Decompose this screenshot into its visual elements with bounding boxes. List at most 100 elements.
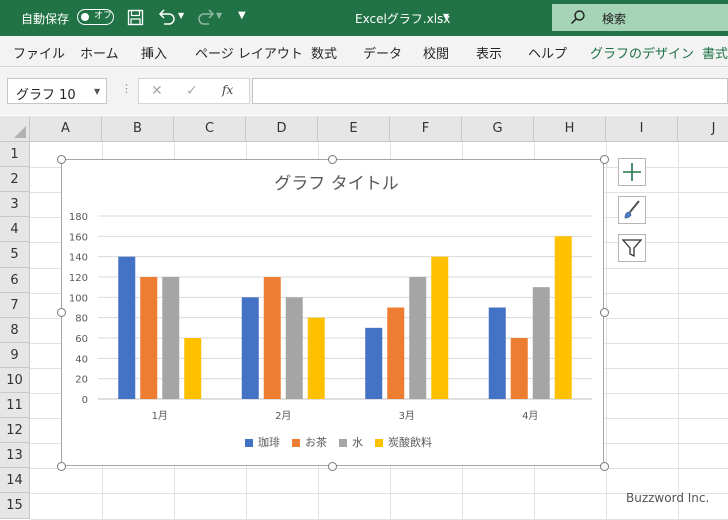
bar[interactable] bbox=[409, 277, 427, 399]
tab-home[interactable]: ホーム bbox=[80, 43, 119, 62]
x-tick-label: 3月 bbox=[399, 410, 415, 422]
y-tick-label: 100 bbox=[69, 293, 88, 304]
row-header[interactable]: 10 bbox=[0, 368, 30, 393]
tab-review[interactable]: 校閲 bbox=[423, 43, 449, 62]
chevron-down-icon[interactable]: ▼ bbox=[443, 12, 449, 21]
legend-label: 珈琲 bbox=[258, 435, 280, 449]
tab-help[interactable]: ヘルプ bbox=[528, 43, 567, 62]
y-tick-label: 160 bbox=[69, 232, 88, 243]
row-header[interactable]: 12 bbox=[0, 418, 30, 443]
plus-icon bbox=[623, 163, 641, 181]
column-header[interactable]: F bbox=[390, 116, 462, 142]
name-box-value: グラフ 10 bbox=[16, 88, 76, 103]
column-header[interactable]: I bbox=[606, 116, 678, 142]
resize-handle[interactable] bbox=[56, 154, 66, 164]
tab-chart-design[interactable]: グラフのデザイン bbox=[590, 43, 694, 62]
tab-data[interactable]: データ bbox=[363, 43, 402, 62]
bar[interactable] bbox=[488, 307, 506, 400]
tab-insert[interactable]: 挿入 bbox=[141, 43, 167, 62]
bar[interactable] bbox=[365, 327, 383, 399]
bar[interactable] bbox=[241, 297, 259, 399]
select-all-button[interactable] bbox=[0, 116, 30, 142]
row-header[interactable]: 2 bbox=[0, 167, 30, 192]
tab-page-layout[interactable]: ページ レイアウト bbox=[195, 43, 303, 62]
bar[interactable] bbox=[118, 256, 136, 399]
resize-handle[interactable] bbox=[56, 461, 66, 471]
resize-handle[interactable] bbox=[599, 308, 609, 317]
bar[interactable] bbox=[307, 317, 325, 399]
resize-handle[interactable] bbox=[328, 461, 337, 471]
name-box[interactable]: グラフ 10 ▼ bbox=[7, 78, 107, 104]
save-icon[interactable] bbox=[127, 9, 144, 26]
redo-icon[interactable] bbox=[196, 8, 216, 26]
chevron-down-icon[interactable]: ▼ bbox=[94, 87, 100, 96]
customize-toolbar-icon[interactable]: ▼ bbox=[238, 10, 246, 21]
row-header[interactable]: 9 bbox=[0, 343, 30, 368]
column-header[interactable]: J bbox=[678, 116, 728, 142]
enter-icon[interactable]: ✓ bbox=[186, 83, 198, 99]
undo-icon[interactable] bbox=[157, 8, 177, 26]
bar[interactable] bbox=[431, 256, 449, 399]
column-header[interactable]: D bbox=[246, 116, 318, 142]
more-icon[interactable]: ⋮ bbox=[121, 82, 132, 95]
filter-icon bbox=[621, 239, 643, 258]
tab-file[interactable]: ファイル bbox=[13, 43, 65, 62]
select-all-icon bbox=[14, 126, 26, 138]
chart-title[interactable]: グラフ タイトル bbox=[274, 174, 398, 194]
resize-handle[interactable] bbox=[56, 308, 66, 317]
bar[interactable] bbox=[387, 307, 405, 400]
y-tick-label: 40 bbox=[75, 354, 88, 365]
bar[interactable] bbox=[554, 236, 572, 399]
row-header[interactable]: 11 bbox=[0, 393, 30, 418]
autosave-toggle[interactable]: オフ bbox=[77, 9, 114, 25]
toggle-knob bbox=[81, 12, 89, 21]
column-header[interactable]: H bbox=[534, 116, 606, 142]
undo-dropdown-icon[interactable]: ▼ bbox=[178, 11, 184, 20]
column-header[interactable]: E bbox=[318, 116, 390, 142]
row-header[interactable]: 4 bbox=[0, 217, 30, 242]
resize-handle[interactable] bbox=[599, 461, 609, 471]
column-header[interactable]: B bbox=[102, 116, 174, 142]
bar[interactable] bbox=[162, 277, 180, 399]
y-tick-label: 180 bbox=[69, 212, 88, 223]
redo-dropdown-icon[interactable]: ▼ bbox=[216, 11, 222, 20]
file-name[interactable]: Excelグラフ.xlsx bbox=[355, 10, 450, 27]
tab-format[interactable]: 書式 bbox=[702, 43, 728, 62]
formula-input[interactable] bbox=[252, 78, 728, 104]
search-label: 検索 bbox=[602, 12, 627, 26]
column-header[interactable]: A bbox=[30, 116, 102, 142]
resize-handle[interactable] bbox=[328, 154, 337, 164]
autosave-state: オフ bbox=[94, 11, 113, 21]
chart-plot: グラフ タイトル 0 20 40 60 80 100 120 140 160 180 1月 2月 3月 4月… bbox=[69, 174, 592, 449]
chart[interactable]: グラフ タイトル 0 20 40 60 80 100 120 140 160 180 1月 2月 3月 4月… bbox=[61, 159, 604, 466]
column-header[interactable]: C bbox=[174, 116, 246, 142]
row-header[interactable]: 3 bbox=[0, 192, 30, 217]
legend-label: 水 bbox=[352, 436, 363, 449]
chart-filters-button[interactable] bbox=[618, 234, 646, 262]
column-header[interactable]: G bbox=[462, 116, 534, 142]
insert-function-icon[interactable]: fx bbox=[222, 83, 233, 97]
chart-styles-button[interactable] bbox=[618, 196, 646, 224]
resize-handle[interactable] bbox=[599, 154, 609, 164]
cancel-icon[interactable]: ✕ bbox=[151, 83, 163, 99]
y-tick-label: 80 bbox=[75, 314, 88, 325]
bar[interactable] bbox=[263, 277, 281, 399]
row-header[interactable]: 6 bbox=[0, 268, 30, 293]
bar[interactable] bbox=[140, 277, 158, 399]
row-header[interactable]: 7 bbox=[0, 293, 30, 318]
row-header[interactable]: 1 bbox=[0, 142, 30, 167]
row-header[interactable]: 13 bbox=[0, 443, 30, 468]
legend-swatch bbox=[292, 439, 300, 447]
row-header[interactable]: 14 bbox=[0, 468, 30, 493]
bar[interactable] bbox=[184, 338, 202, 399]
row-header[interactable]: 5 bbox=[0, 242, 30, 268]
tab-formulas[interactable]: 数式 bbox=[311, 43, 337, 62]
tab-view[interactable]: 表示 bbox=[476, 43, 502, 62]
bar[interactable] bbox=[532, 287, 550, 399]
bar[interactable] bbox=[510, 338, 528, 399]
bar[interactable] bbox=[285, 297, 303, 399]
row-header[interactable]: 15 bbox=[0, 493, 30, 519]
row-header[interactable]: 8 bbox=[0, 318, 30, 343]
y-tick-label: 20 bbox=[75, 375, 88, 386]
chart-elements-button[interactable] bbox=[618, 158, 646, 186]
